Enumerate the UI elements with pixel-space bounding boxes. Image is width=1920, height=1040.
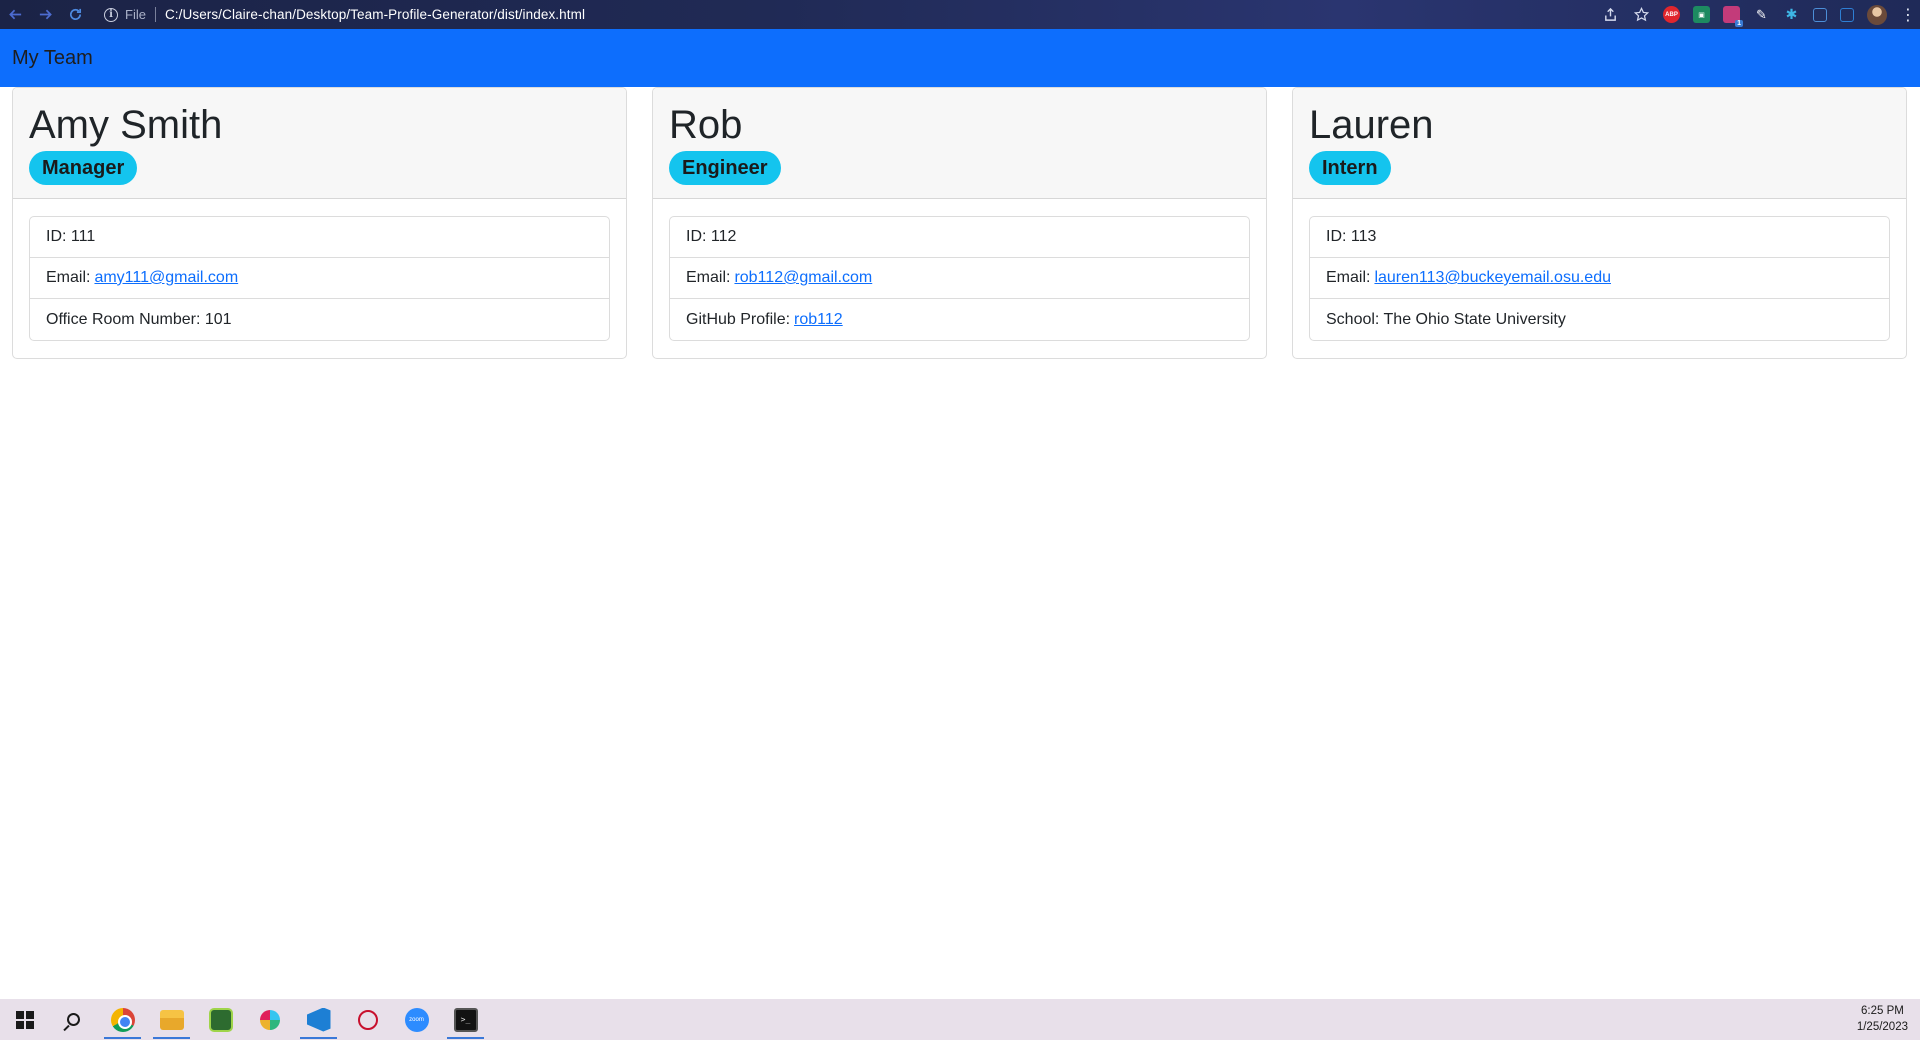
id-item: ID: 112: [670, 217, 1249, 258]
gift-extension-icon[interactable]: 1: [1723, 6, 1743, 27]
zoom-icon: zoom: [404, 1007, 429, 1032]
email-label: Email:: [686, 269, 731, 286]
clock-time: 6:25 PM: [1861, 1005, 1904, 1017]
card-header: Amy Smith Manager: [13, 88, 626, 199]
taskbar-zoom[interactable]: zoom: [392, 999, 441, 1040]
email-link[interactable]: rob112@gmail.com: [734, 269, 872, 287]
card-body: ID: 113 Email: lauren113@buckeyemail.osu…: [1293, 199, 1906, 358]
navbar-brand: My Team: [12, 46, 93, 69]
id-item: ID: 113: [1310, 217, 1889, 258]
card-header: Lauren Intern: [1293, 88, 1906, 199]
toolbar-actions: ABP ▣ 1 ✎ ✱ ⋮: [1601, 0, 1916, 29]
taskbar-file-explorer[interactable]: [147, 999, 196, 1040]
snipping-tool-icon: [357, 1009, 378, 1030]
green-extension-icon[interactable]: ▣: [1693, 6, 1710, 23]
reload-icon: [69, 8, 81, 20]
chrome-icon: [110, 1007, 135, 1032]
search-button[interactable]: [49, 999, 98, 1040]
github-link[interactable]: rob112: [794, 311, 843, 329]
details-list: ID: 112 Email: rob112@gmail.com GitHub P…: [669, 216, 1250, 341]
app-icon: [208, 1007, 233, 1032]
back-button[interactable]: [0, 0, 30, 29]
puzzle-extension-icon[interactable]: ✱: [1783, 6, 1800, 23]
reload-button[interactable]: [60, 0, 90, 29]
office-number-item: Office Room Number: 101: [46, 310, 232, 328]
arrow-right-icon: [39, 9, 52, 20]
employee-card-intern: Lauren Intern ID: 113 Email: lauren113@b…: [1292, 87, 1907, 359]
email-item: Email: rob112@gmail.com: [670, 258, 1249, 299]
employee-name: Amy Smith: [29, 103, 223, 147]
taskbar-terminal[interactable]: >_: [441, 999, 490, 1040]
id-item: ID: 111: [30, 217, 609, 258]
page-content: My Team Amy Smith Manager ID: 111 Email:…: [0, 29, 1920, 999]
details-list: ID: 113 Email: lauren113@buckeyemail.osu…: [1309, 216, 1890, 341]
address-separator: [154, 7, 156, 22]
slack-icon: [259, 1009, 280, 1030]
employee-card-manager: Amy Smith Manager ID: 111 Email: amy111@…: [12, 87, 627, 359]
taskbar-chrome[interactable]: [98, 999, 147, 1040]
address-bar[interactable]: i File C:/Users/Claire-chan/Desktop/Team…: [104, 0, 585, 29]
employee-name: Rob: [669, 103, 743, 147]
navbar: My Team: [0, 29, 1920, 87]
github-label: GitHub Profile:: [686, 310, 791, 328]
employee-card-engineer: Rob Engineer ID: 112 Email: rob112@gmail…: [652, 87, 1267, 359]
email-label: Email:: [46, 269, 91, 286]
taskbar-slack[interactable]: [245, 999, 294, 1040]
card-body: ID: 111 Email: amy111@gmail.com Office R…: [13, 199, 626, 358]
sidebar-icon[interactable]: [1840, 7, 1854, 22]
grid-extension-icon[interactable]: [1813, 7, 1827, 22]
card-body: ID: 112 Email: rob112@gmail.com GitHub P…: [653, 199, 1266, 358]
clock-date: 1/25/2023: [1856, 1021, 1908, 1033]
folder-icon: [159, 1009, 184, 1030]
file-scheme-label: File: [125, 7, 146, 22]
arrow-left-icon: [8, 9, 21, 20]
pen-extension-icon[interactable]: ✎: [1753, 6, 1770, 23]
role-badge: Intern: [1309, 151, 1391, 185]
email-item: Email: amy111@gmail.com: [30, 258, 609, 299]
card-header: Rob Engineer: [653, 88, 1266, 199]
start-button[interactable]: [0, 999, 49, 1040]
role-badge: Engineer: [669, 151, 781, 185]
extension-badge: 1: [1735, 20, 1743, 27]
adblock-extension-icon[interactable]: ABP: [1663, 6, 1680, 23]
email-link[interactable]: amy111@gmail.com: [94, 269, 238, 287]
system-clock[interactable]: 6:25 PM 1/25/2023: [1857, 1003, 1908, 1035]
info-icon[interactable]: i: [104, 7, 118, 22]
terminal-icon: >_: [453, 1007, 478, 1032]
email-item: Email: lauren113@buckeyemail.osu.edu: [1310, 258, 1889, 299]
employee-cards: Amy Smith Manager ID: 111 Email: amy111@…: [12, 87, 1908, 359]
forward-button[interactable]: [30, 0, 60, 29]
school-item: School: The Ohio State University: [1326, 310, 1566, 328]
email-label: Email:: [1326, 269, 1371, 286]
employee-name: Lauren: [1309, 103, 1434, 147]
role-badge: Manager: [29, 151, 138, 185]
search-icon: [67, 1013, 80, 1026]
profile-avatar[interactable]: [1867, 4, 1887, 25]
windows-taskbar: zoom >_ 6:25 PM 1/25/2023: [0, 999, 1920, 1040]
windows-logo-icon: [15, 1010, 34, 1029]
taskbar-vscode[interactable]: [294, 999, 343, 1040]
menu-kebab-icon[interactable]: ⋮: [1900, 5, 1916, 25]
share-icon[interactable]: [1601, 6, 1619, 24]
details-list: ID: 111 Email: amy111@gmail.com Office R…: [29, 216, 610, 341]
star-icon[interactable]: [1632, 6, 1650, 24]
taskbar-snipping-tool[interactable]: [343, 999, 392, 1040]
vscode-icon: [306, 1007, 331, 1032]
github-item: GitHub Profile: rob112: [670, 299, 1249, 340]
taskbar-app-green[interactable]: [196, 999, 245, 1040]
browser-toolbar: i File C:/Users/Claire-chan/Desktop/Team…: [0, 0, 1920, 29]
url-text[interactable]: C:/Users/Claire-chan/Desktop/Team-Profil…: [165, 7, 585, 22]
email-link[interactable]: lauren113@buckeyemail.osu.edu: [1374, 269, 1611, 287]
